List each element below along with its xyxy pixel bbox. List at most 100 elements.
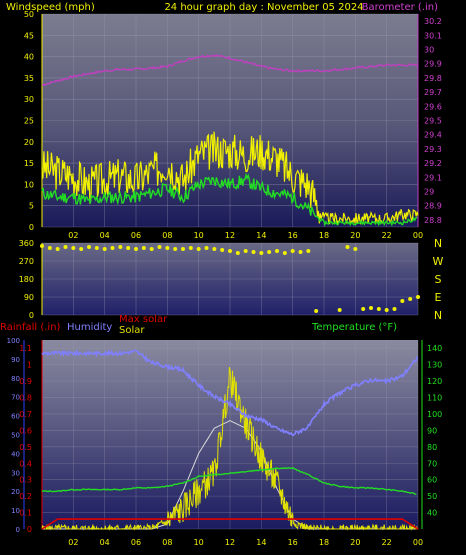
- humidity-y-tick-label: 50: [11, 432, 20, 440]
- direction-point: [149, 247, 154, 251]
- bottom-x-tick-label: 08: [162, 538, 172, 547]
- direction-point: [416, 295, 420, 299]
- direction-point: [345, 245, 350, 249]
- rainfall-y-tick-label: 0.1: [19, 509, 32, 518]
- direction-point: [165, 246, 170, 250]
- rainfall-y-tick-label: 0.9: [19, 377, 32, 386]
- barometer-y-tick-label: 29.1: [424, 173, 442, 182]
- direction-point: [196, 247, 201, 251]
- bottom-x-tick-label: 02: [68, 538, 78, 547]
- rainfall-y-tick-label: 0.7: [19, 410, 32, 419]
- wind-x-tick-label: 14: [256, 231, 266, 240]
- direction-point: [212, 247, 217, 251]
- direction-point: [94, 246, 99, 250]
- wind-x-tick-label: 20: [350, 231, 360, 240]
- rainfall-y-tick-label: 0.5: [19, 443, 32, 452]
- temperature-y-tick-label: 60: [427, 476, 437, 485]
- barometer-y-tick-label: 28.9: [424, 202, 442, 211]
- wind-y-tick-label: 0: [29, 223, 34, 232]
- direction-point: [102, 247, 107, 251]
- direction-point: [337, 308, 342, 312]
- direction-point: [228, 249, 232, 253]
- humidity-y-tick-label: 0: [16, 526, 20, 534]
- direction-point: [376, 307, 381, 311]
- wind-y-tick-label: 35: [24, 74, 34, 83]
- wind-y-tick-label: 25: [24, 117, 34, 126]
- direction-point: [235, 251, 240, 255]
- humidity-y-tick-label: 30: [11, 469, 20, 477]
- rainfall-y-tick-label: 0: [27, 525, 32, 534]
- wind-x-tick-label: 04: [100, 231, 110, 240]
- barometer-y-tick-label: 29.5: [424, 117, 442, 126]
- bottom-x-tick-label: 10: [194, 538, 204, 547]
- bottom-x-tick-label: 06: [131, 538, 141, 547]
- direction-point: [306, 249, 311, 253]
- wind-y-tick-label: 5: [29, 202, 34, 211]
- bottom-x-tick-label: 12: [225, 538, 235, 547]
- rainfall-y-tick-label: 0.8: [19, 394, 32, 403]
- direction-point: [87, 245, 91, 249]
- barometer-y-tick-label: 29.4: [424, 131, 442, 140]
- direction-point: [110, 246, 115, 250]
- direction-point: [353, 247, 358, 251]
- humidity-label: Humidity: [67, 322, 112, 333]
- bottom-x-tick-label: 18: [319, 538, 329, 547]
- temperature-y-tick-label: 50: [427, 492, 437, 501]
- wind-x-tick-label: 10: [194, 231, 204, 240]
- wind-x-tick-label: 06: [131, 231, 141, 240]
- barometer-y-tick-label: 30.2: [424, 17, 442, 26]
- humidity-y-tick-label: 100: [7, 337, 20, 345]
- direction-y-tick-label: 270: [19, 257, 34, 266]
- bottom-x-tick-label: 22: [382, 538, 392, 547]
- compass-label: N: [434, 309, 442, 322]
- direction-point: [384, 308, 389, 312]
- temperature-y-tick-label: 80: [427, 443, 437, 452]
- temperature-y-tick-label: 100: [427, 410, 442, 419]
- solar-label: Solar: [119, 325, 145, 336]
- temperature-y-tick-label: 130: [427, 361, 442, 370]
- temperature-y-tick-label: 140: [427, 344, 442, 353]
- direction-point: [408, 297, 413, 301]
- graph-title: 24 hour graph day : November 05 2024: [164, 2, 363, 13]
- barometer-y-tick-label: 29.2: [424, 159, 442, 168]
- barometer-y-tick-label: 28.8: [424, 216, 442, 225]
- wind-x-tick-label: 22: [382, 231, 392, 240]
- direction-point: [40, 244, 44, 248]
- rainfall-label: Rainfall (.in): [0, 322, 61, 333]
- barometer-y-tick-label: 30.1: [424, 31, 442, 40]
- direction-point: [141, 246, 146, 250]
- wind-y-tick-label: 50: [24, 10, 34, 19]
- direction-point: [157, 245, 162, 249]
- max-solar-label: Max solar: [119, 314, 168, 325]
- direction-point: [79, 247, 84, 251]
- rainfall-y-tick-label: 1: [27, 361, 32, 370]
- rainfall-y-tick-label: 0.4: [19, 459, 32, 468]
- direction-point: [188, 246, 193, 250]
- weather-charts: Windspeed (mph) 24 hour graph day : Nove…: [0, 2, 444, 547]
- temperature-label: Temperature (°F): [311, 322, 397, 333]
- wind-x-tick-label: 02: [68, 231, 78, 240]
- compass-label: W: [433, 255, 444, 268]
- windspeed-header-label: Windspeed (mph): [6, 2, 95, 13]
- wind-x-tick-label: 16: [288, 231, 298, 240]
- bottom-x-tick-label: 16: [288, 538, 298, 547]
- direction-point: [251, 250, 256, 254]
- wind-y-tick-label: 10: [24, 180, 34, 189]
- direction-point: [275, 249, 279, 253]
- rainfall-y-tick-label: 1.1: [19, 344, 32, 353]
- temperature-y-tick-label: 90: [427, 426, 437, 435]
- direction-point: [181, 247, 185, 251]
- humidity-y-tick-label: 60: [11, 413, 20, 421]
- direction-point: [290, 249, 295, 253]
- compass-label: N: [434, 237, 442, 250]
- wind-x-tick-label: 00: [413, 231, 423, 240]
- direction-point: [259, 251, 264, 255]
- direction-point: [282, 251, 287, 255]
- direction-point: [126, 246, 131, 250]
- direction-y-tick-label: 180: [19, 275, 34, 284]
- bottom-x-tick-label: 00: [413, 538, 423, 547]
- direction-point: [47, 246, 52, 250]
- direction-point: [71, 246, 76, 250]
- humidity-y-tick-label: 20: [11, 488, 20, 496]
- wind-y-tick-label: 45: [24, 31, 34, 40]
